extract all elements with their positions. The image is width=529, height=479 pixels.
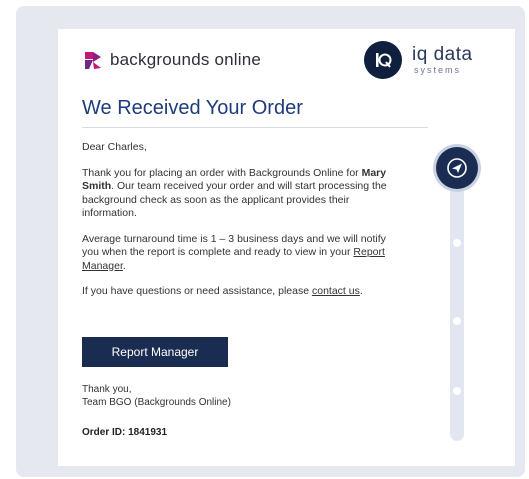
- order-paragraph: Thank you for placing an order with Back…: [82, 166, 387, 220]
- partner-name: iq data: [412, 44, 473, 65]
- signoff-line-2: Team BGO (Backgrounds Online): [82, 397, 231, 408]
- signoff: Thank you, Team BGO (Backgrounds Online): [82, 383, 231, 409]
- contact-us-link[interactable]: contact us: [312, 285, 360, 297]
- partner-wordmark: iq data systems: [412, 45, 473, 75]
- progress-dot: [453, 239, 461, 247]
- email-preview-frame: backgrounds online iq data systems We Re…: [16, 6, 525, 477]
- email-body: Dear Charles, Thank you for placing an o…: [82, 141, 404, 311]
- brand-name: backgrounds online: [110, 50, 262, 69]
- paper-plane-icon: [436, 147, 478, 189]
- report-manager-button[interactable]: Report Manager: [82, 337, 228, 367]
- title-divider: [82, 127, 428, 128]
- progress-dot: [453, 317, 461, 325]
- brand-header: backgrounds online: [82, 49, 261, 71]
- greeting: Dear Charles,: [82, 141, 147, 153]
- help-paragraph: If you have questions or need assistance…: [82, 285, 363, 297]
- email-title: We Received Your Order: [82, 97, 303, 119]
- iq-data-logo-icon: [364, 41, 402, 79]
- partner-subtitle: systems: [414, 65, 462, 75]
- partner-header: iq data systems: [364, 41, 473, 79]
- turnaround-paragraph: Average turnaround time is 1 – 3 busines…: [82, 232, 386, 272]
- backgrounds-online-logo-icon: [82, 49, 104, 71]
- progress-track: [450, 157, 464, 441]
- progress-dot: [453, 387, 461, 395]
- email-card: backgrounds online iq data systems We Re…: [58, 29, 515, 466]
- order-id: Order ID: 1841931: [82, 427, 168, 438]
- signoff-line-1: Thank you,: [82, 384, 132, 395]
